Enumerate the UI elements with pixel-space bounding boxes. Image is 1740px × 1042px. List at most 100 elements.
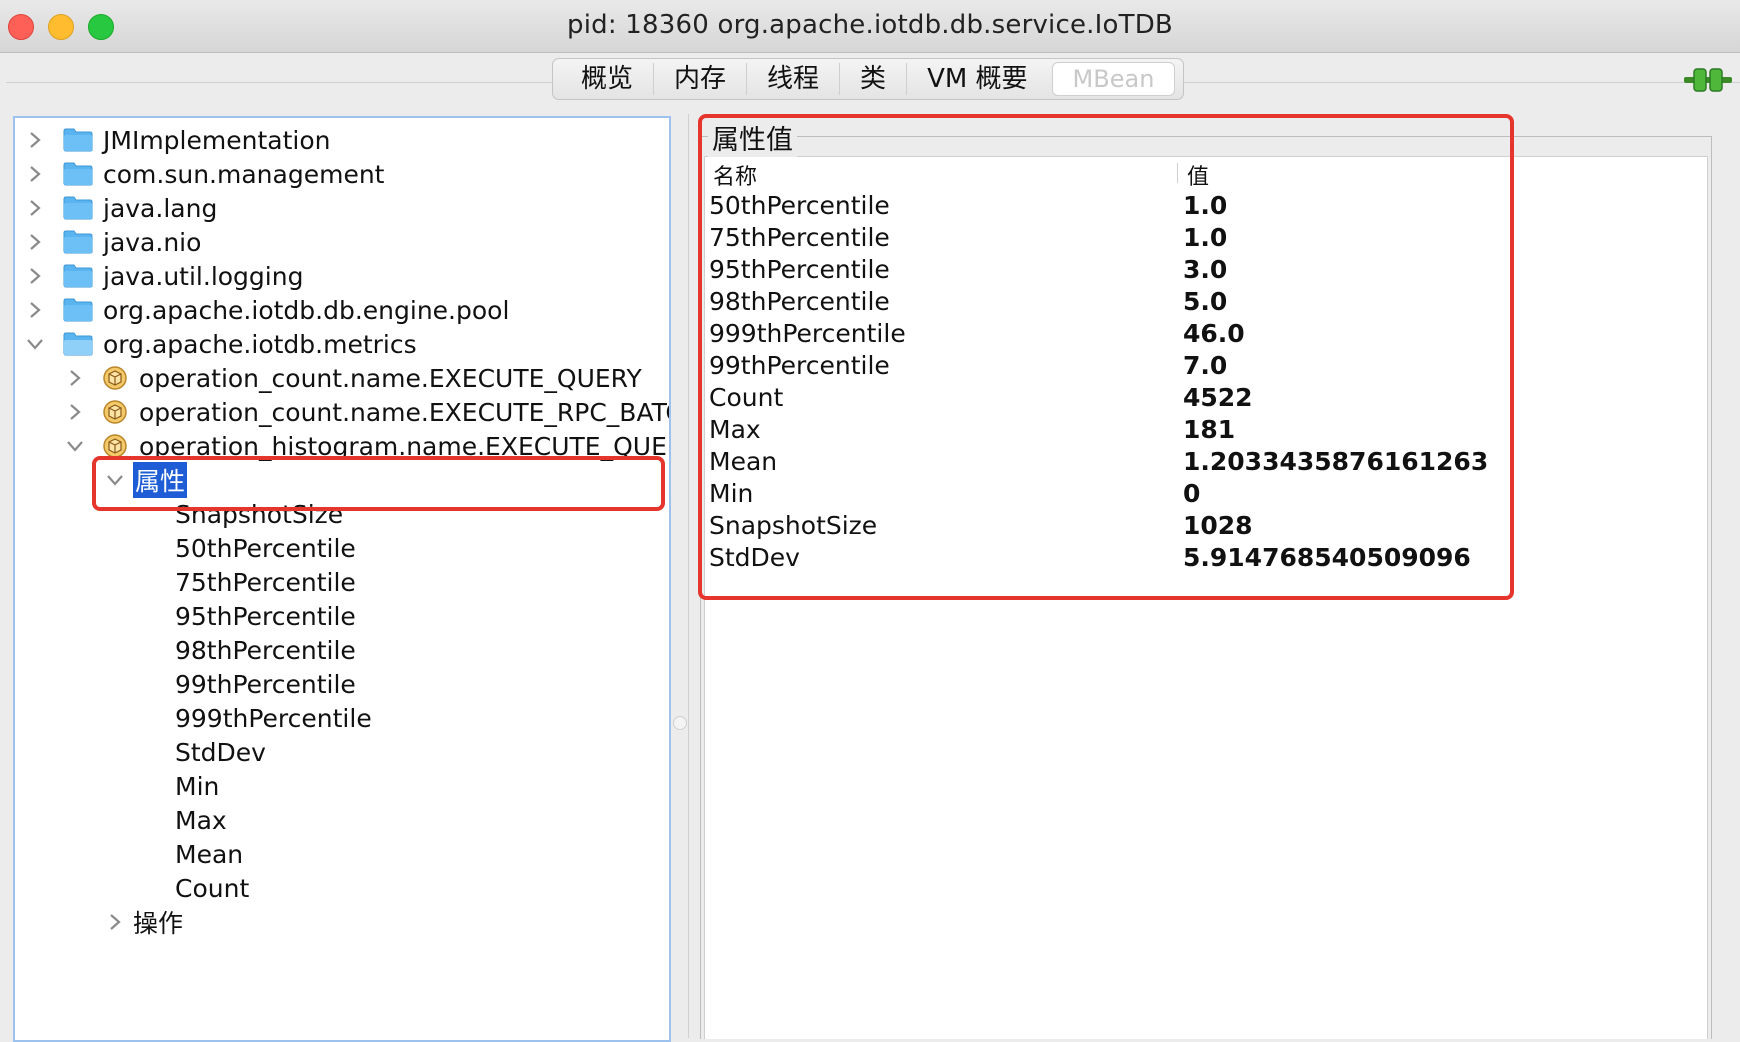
split-pane-divider[interactable] [673,716,687,730]
attribute-name-cell: Mean [709,447,778,476]
tree-node-com-sun-management[interactable]: com.sun.management [25,156,384,192]
attribute-name-cell: Count [709,383,784,412]
attribute-values-table[interactable]: 名称 值 50thPercentile 1.0 75thPercentile 1… [704,156,1708,1039]
tree-node-label: org.apache.iotdb.db.engine.pool [103,295,510,325]
mbean-icon [103,400,127,424]
tree-node-label: java.lang [103,193,218,223]
column-header-value[interactable]: 值 [1187,159,1209,191]
folder-open-icon [63,332,93,356]
table-row[interactable]: 99thPercentile 7.0 [705,351,1707,383]
mbean-icon [103,366,127,390]
table-row[interactable]: StdDev 5.914768540509096 [705,543,1707,575]
tree-node-label: java.nio [103,227,202,257]
tree-leaf-attribute[interactable]: Count [175,870,249,906]
attribute-value-cell: 46.0 [1183,319,1245,348]
column-divider[interactable] [1177,163,1178,183]
connection-plug-icon [1684,68,1732,92]
attribute-value-cell: 3.0 [1183,255,1228,284]
attribute-value-cell: 181 [1183,415,1236,444]
chevron-right-icon[interactable] [25,130,45,150]
chevron-right-icon[interactable] [65,368,85,388]
tab-bar: 概览 内存 线程 类 VM 概要 MBean [552,58,1185,100]
table-row[interactable]: SnapshotSize 1028 [705,511,1707,543]
tree-leaf-attribute[interactable]: 75thPercentile [175,564,356,600]
tree-node-bean-operation-count-rpc-batch[interactable]: operation_count.name.EXECUTE_RPC_BATCH_ [65,394,671,430]
tab-classes[interactable]: 类 [840,63,908,95]
tree-leaf-attribute[interactable]: Min [175,768,219,804]
attribute-name-cell: 99thPercentile [709,351,890,380]
attribute-value-cell: 7.0 [1183,351,1228,380]
tree-node-operations[interactable]: 操作 [105,904,183,940]
table-row[interactable]: 98thPercentile 5.0 [705,287,1707,319]
folder-icon [63,128,93,152]
chevron-right-icon[interactable] [25,232,45,252]
attribute-name-cell: StdDev [709,543,800,572]
attribute-name-cell: 98thPercentile [709,287,890,316]
table-row[interactable]: Mean 1.2033435876161263 [705,447,1707,479]
attribute-value-cell: 0 [1183,479,1201,508]
column-header-name[interactable]: 名称 [713,159,757,191]
table-row[interactable]: Max 181 [705,415,1707,447]
attribute-value-cell: 5.0 [1183,287,1228,316]
tree-leaf-attribute[interactable]: 98thPercentile [175,632,356,668]
tree-node-java-lang[interactable]: java.lang [25,190,217,226]
folder-icon [63,196,93,220]
window-title: pid: 18360 org.apache.iotdb.db.service.I… [567,10,1173,40]
tree-leaf-attribute[interactable]: 50thPercentile [175,530,356,566]
tree-node-jmimplementation[interactable]: JMImplementation [25,122,330,158]
attribute-name-cell: Min [709,479,754,508]
chevron-right-icon[interactable] [25,300,45,320]
tab-vm-summary[interactable]: VM 概要 [907,63,1047,95]
tree-node-attributes[interactable]: 属性 [105,462,188,498]
chevron-down-icon[interactable] [105,470,125,490]
tree-node-bean-operation-histogram-query[interactable]: operation_histogram.name.EXECUTE_QUERY [65,428,671,464]
tree-node-iotdb-engine-pool[interactable]: org.apache.iotdb.db.engine.pool [25,292,509,328]
tree-leaf-attribute[interactable]: 99thPercentile [175,666,356,702]
tree-node-iotdb-metrics[interactable]: org.apache.iotdb.metrics [25,326,417,362]
chevron-down-icon[interactable] [65,436,85,456]
tree-leaf-attribute[interactable]: StdDev [175,734,266,770]
folder-icon [63,298,93,322]
tree-node-label: operation_histogram.name.EXECUTE_QUERY [139,431,671,461]
tree-node-label-selected: 属性 [133,462,188,498]
tree-leaf-attribute[interactable]: 95thPercentile [175,598,356,634]
attribute-name-cell: SnapshotSize [709,511,878,540]
attribute-value-cell: 1.0 [1183,191,1228,220]
chevron-right-icon[interactable] [25,198,45,218]
chevron-right-icon[interactable] [105,912,125,932]
table-row[interactable]: Count 4522 [705,383,1707,415]
folder-icon [63,264,93,288]
table-row[interactable]: Min 0 [705,479,1707,511]
folder-icon [63,162,93,186]
tree-node-label: operation_count.name.EXECUTE_QUERY [139,363,642,393]
table-row[interactable]: 999thPercentile 46.0 [705,319,1707,351]
table-header: 名称 值 [705,157,1707,190]
table-row[interactable]: 75thPercentile 1.0 [705,223,1707,255]
tree-leaf-attribute[interactable]: Max [175,802,227,838]
tree-node-java-util-logging[interactable]: java.util.logging [25,258,303,294]
folder-icon [63,230,93,254]
table-row[interactable]: 95thPercentile 3.0 [705,255,1707,287]
chevron-right-icon[interactable] [25,164,45,184]
tree-node-label: operation_count.name.EXECUTE_RPC_BATCH_ [139,397,671,427]
tree-leaf-attribute[interactable]: SnapshotSize [175,496,343,532]
tab-mbean[interactable]: MBean [1051,62,1176,96]
tree-leaf-attribute[interactable]: 999thPercentile [175,700,372,736]
attribute-name-cell: 999thPercentile [709,319,906,348]
chevron-right-icon[interactable] [65,402,85,422]
mbean-tree[interactable]: JMImplementation com.sun.management java… [13,116,671,1042]
title-bar: pid: 18360 org.apache.iotdb.db.service.I… [0,0,1740,53]
tree-node-bean-operation-count-query[interactable]: operation_count.name.EXECUTE_QUERY [65,360,642,396]
tree-node-label: JMImplementation [103,125,331,155]
chevron-down-icon[interactable] [25,334,45,354]
tab-memory[interactable]: 内存 [654,63,748,95]
table-row[interactable]: 50thPercentile 1.0 [705,191,1707,223]
tree-node-java-nio[interactable]: java.nio [25,224,201,260]
attribute-name-cell: 75thPercentile [709,223,890,252]
mbean-icon [103,434,127,458]
chevron-right-icon[interactable] [25,266,45,286]
tab-overview[interactable]: 概览 [561,63,655,95]
tree-node-label: org.apache.iotdb.metrics [103,329,417,359]
tree-leaf-attribute[interactable]: Mean [175,836,243,872]
tab-threads[interactable]: 线程 [747,63,841,95]
